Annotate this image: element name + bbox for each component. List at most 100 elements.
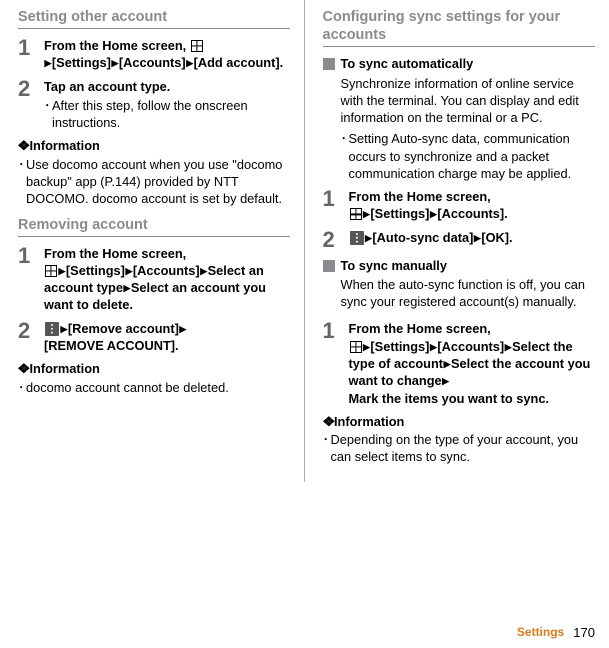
triangle-icon: ▶ [200, 266, 207, 276]
triangle-icon: ▶ [45, 58, 52, 68]
triangle-icon: ▶ [123, 283, 130, 293]
text: From the Home screen, [349, 189, 491, 204]
text: [Settings] [370, 339, 429, 354]
information-heading: ❖Information [18, 137, 290, 154]
text: [Accounts] [133, 263, 200, 278]
footer: Settings 170 [517, 624, 595, 642]
text: [OK]. [481, 230, 512, 245]
apps-grid-icon [350, 341, 362, 353]
triangle-icon: ▶ [186, 58, 193, 68]
footer-page-number: 170 [573, 625, 595, 640]
heading-configuring-sync: Configuring sync settings for your accou… [323, 8, 596, 47]
text: From the Home screen, [349, 321, 491, 336]
triangle-icon: ▶ [365, 233, 372, 243]
right-column: Configuring sync settings for your accou… [305, 0, 609, 482]
step-r1: 1 From the Home screen, ▶[Settings]▶[Acc… [323, 188, 596, 223]
description: When the auto-sync function is off, you … [341, 276, 596, 311]
text: [Settings] [66, 263, 125, 278]
bullet-dot: ･ [341, 130, 349, 182]
text: [REMOVE ACCOUNT]. [44, 338, 179, 353]
step-instruction: From the Home screen, ▶[Settings]▶[Accou… [349, 188, 596, 223]
info-bullet: ･ Depending on the type of your account,… [323, 431, 596, 466]
triangle-icon: ▶ [363, 209, 370, 219]
step-1: 1 From the Home screen, ▶[Settings]▶[Acc… [18, 37, 290, 72]
step-2: 2 Tap an account type. ･ After this step… [18, 78, 290, 132]
text: Mark the items you want to sync. [349, 391, 550, 406]
step-instruction: From the Home screen, ▶[Settings]▶[Accou… [44, 245, 290, 314]
step-instruction: ▶[Remove account]▶[REMOVE ACCOUNT]. [44, 320, 290, 355]
triangle-icon: ▶ [430, 342, 437, 352]
triangle-icon: ▶ [179, 324, 186, 334]
diamond-icon: ❖ [17, 137, 30, 154]
text: Information [29, 361, 99, 376]
step-number: 1 [323, 320, 349, 406]
description: Synchronize information of online servic… [341, 75, 596, 127]
text: [Remove account] [68, 321, 179, 336]
bullet-text: Setting Auto-sync data, communication oc… [349, 130, 596, 182]
heading-removing-account: Removing account [18, 216, 290, 237]
step-body: Tap an account type. ･ After this step, … [44, 78, 290, 132]
diamond-icon: ❖ [17, 360, 30, 377]
overflow-menu-icon [350, 231, 364, 245]
step-2b: 2 ▶[Remove account]▶[REMOVE ACCOUNT]. [18, 320, 290, 355]
apps-grid-icon [45, 265, 57, 277]
bullet-dot: ･ [44, 97, 52, 132]
step-instruction: Tap an account type. [44, 78, 290, 95]
step-number: 2 [18, 320, 44, 355]
bullet-dot: ･ [18, 156, 26, 208]
step-instruction: From the Home screen, ▶[Settings]▶[Accou… [44, 37, 290, 72]
text: [Settings] [370, 206, 429, 221]
triangle-icon: ▶ [474, 233, 481, 243]
triangle-icon: ▶ [125, 266, 132, 276]
subheading-sync-manual: To sync manually [323, 257, 596, 274]
bullet-item: ･ Setting Auto-sync data, communication … [341, 130, 596, 182]
footer-section-label: Settings [517, 625, 564, 639]
text: [Accounts]. [437, 206, 507, 221]
bullet-item: ･ After this step, follow the onscreen i… [44, 97, 290, 132]
information-heading: ❖Information [18, 360, 290, 377]
bullet-text: After this step, follow the onscreen ins… [52, 97, 290, 132]
info-bullet: ･ docomo account cannot be deleted. [18, 379, 290, 396]
triangle-icon: ▶ [59, 266, 66, 276]
triangle-icon: ▶ [363, 342, 370, 352]
step-number: 2 [323, 229, 349, 251]
diamond-icon: ❖ [322, 413, 335, 430]
subheading-text: To sync automatically [341, 55, 474, 72]
square-bullet-icon [323, 58, 335, 70]
overflow-menu-icon [45, 322, 59, 336]
step-r2: 2 ▶[Auto-sync data]▶[OK]. [323, 229, 596, 251]
text: [Auto-sync data] [372, 230, 473, 245]
step-number: 1 [18, 245, 44, 314]
step-r3: 1 From the Home screen, ▶[Settings]▶[Acc… [323, 320, 596, 406]
text: Information [334, 414, 404, 429]
step-instruction: ▶[Auto-sync data]▶[OK]. [349, 229, 596, 251]
heading-setting-other-account: Setting other account [18, 8, 290, 29]
square-bullet-icon [323, 260, 335, 272]
apps-grid-icon [191, 40, 203, 52]
step-number: 1 [18, 37, 44, 72]
information-heading: ❖Information [323, 413, 596, 430]
text: From the Home screen, [44, 38, 190, 53]
triangle-icon: ▶ [111, 58, 118, 68]
triangle-icon: ▶ [505, 342, 512, 352]
text: [Accounts] [119, 55, 186, 70]
info-bullet: ･ Use docomo account when you use "docom… [18, 156, 290, 208]
triangle-icon: ▶ [61, 324, 68, 334]
subheading-text: To sync manually [341, 257, 447, 274]
text: [Add account]. [194, 55, 284, 70]
bullet-text: Use docomo account when you use "docomo … [26, 156, 290, 208]
left-column: Setting other account 1 From the Home sc… [0, 0, 305, 482]
step-1b: 1 From the Home screen, ▶[Settings]▶[Acc… [18, 245, 290, 314]
text: Information [29, 138, 99, 153]
apps-grid-icon [350, 208, 362, 220]
text: [Settings] [52, 55, 111, 70]
triangle-icon: ▶ [444, 359, 451, 369]
bullet-text: docomo account cannot be deleted. [26, 379, 290, 396]
triangle-icon: ▶ [442, 376, 449, 386]
bullet-dot: ･ [18, 379, 26, 396]
bullet-text: Depending on the type of your account, y… [331, 431, 596, 466]
subheading-sync-auto: To sync automatically [323, 55, 596, 72]
step-instruction: From the Home screen, ▶[Settings]▶[Accou… [349, 320, 596, 406]
step-number: 2 [18, 78, 44, 132]
text: From the Home screen, [44, 246, 186, 261]
